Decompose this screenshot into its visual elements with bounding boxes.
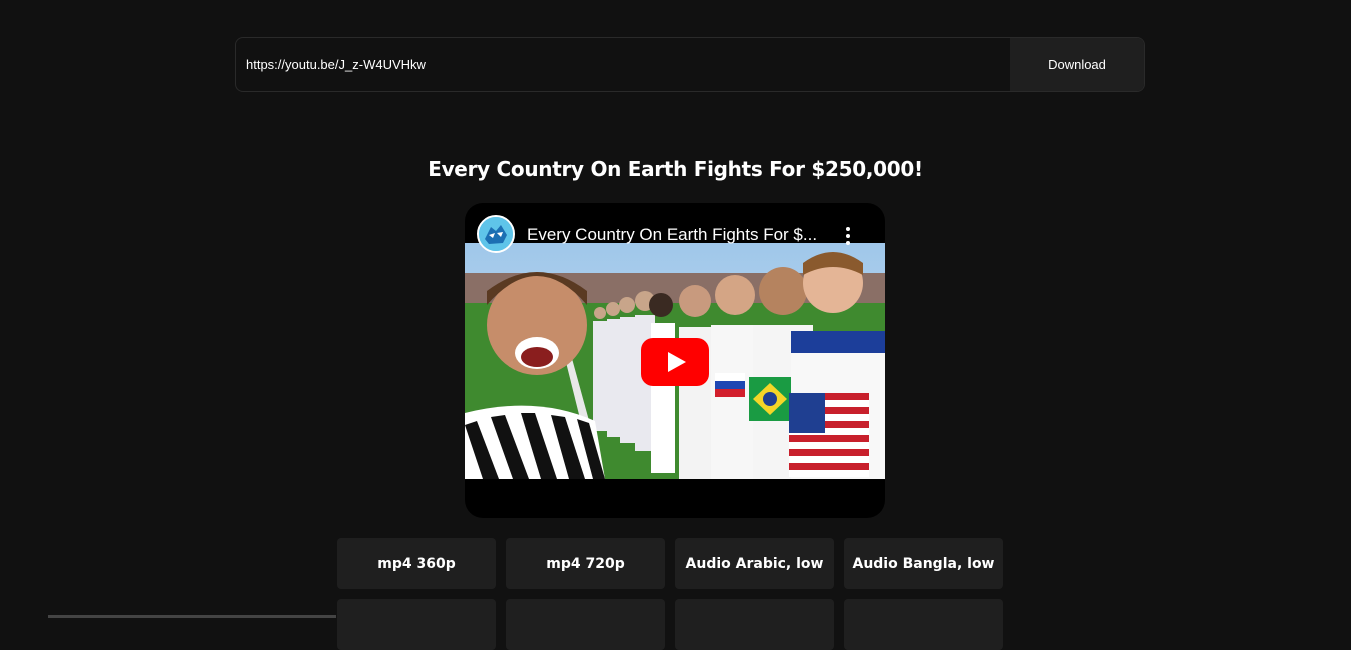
channel-avatar-icon[interactable] bbox=[477, 215, 515, 253]
format-grid: mp4 360p mp4 720p Audio Arabic, low Audi… bbox=[337, 538, 1003, 650]
more-vert-icon[interactable] bbox=[841, 225, 855, 247]
format-button[interactable]: mp4 720p bbox=[506, 538, 665, 589]
format-button[interactable] bbox=[506, 599, 665, 650]
download-button[interactable]: Download bbox=[1010, 38, 1144, 91]
format-button[interactable] bbox=[675, 599, 834, 650]
format-button[interactable]: Audio Arabic, low bbox=[675, 538, 834, 589]
format-button[interactable]: mp4 360p bbox=[337, 538, 496, 589]
youtube-play-icon[interactable] bbox=[641, 338, 709, 386]
video-player[interactable]: Every Country On Earth Fights For $... bbox=[465, 203, 885, 518]
url-bar: Download bbox=[235, 37, 1145, 92]
format-button[interactable] bbox=[844, 599, 1003, 650]
format-button[interactable] bbox=[337, 599, 496, 650]
video-title: Every Country On Earth Fights For $250,0… bbox=[428, 157, 923, 181]
format-button[interactable]: Audio Bangla, low bbox=[844, 538, 1003, 589]
player-title[interactable]: Every Country On Earth Fights For $... bbox=[527, 225, 827, 245]
url-input[interactable] bbox=[236, 38, 1010, 91]
